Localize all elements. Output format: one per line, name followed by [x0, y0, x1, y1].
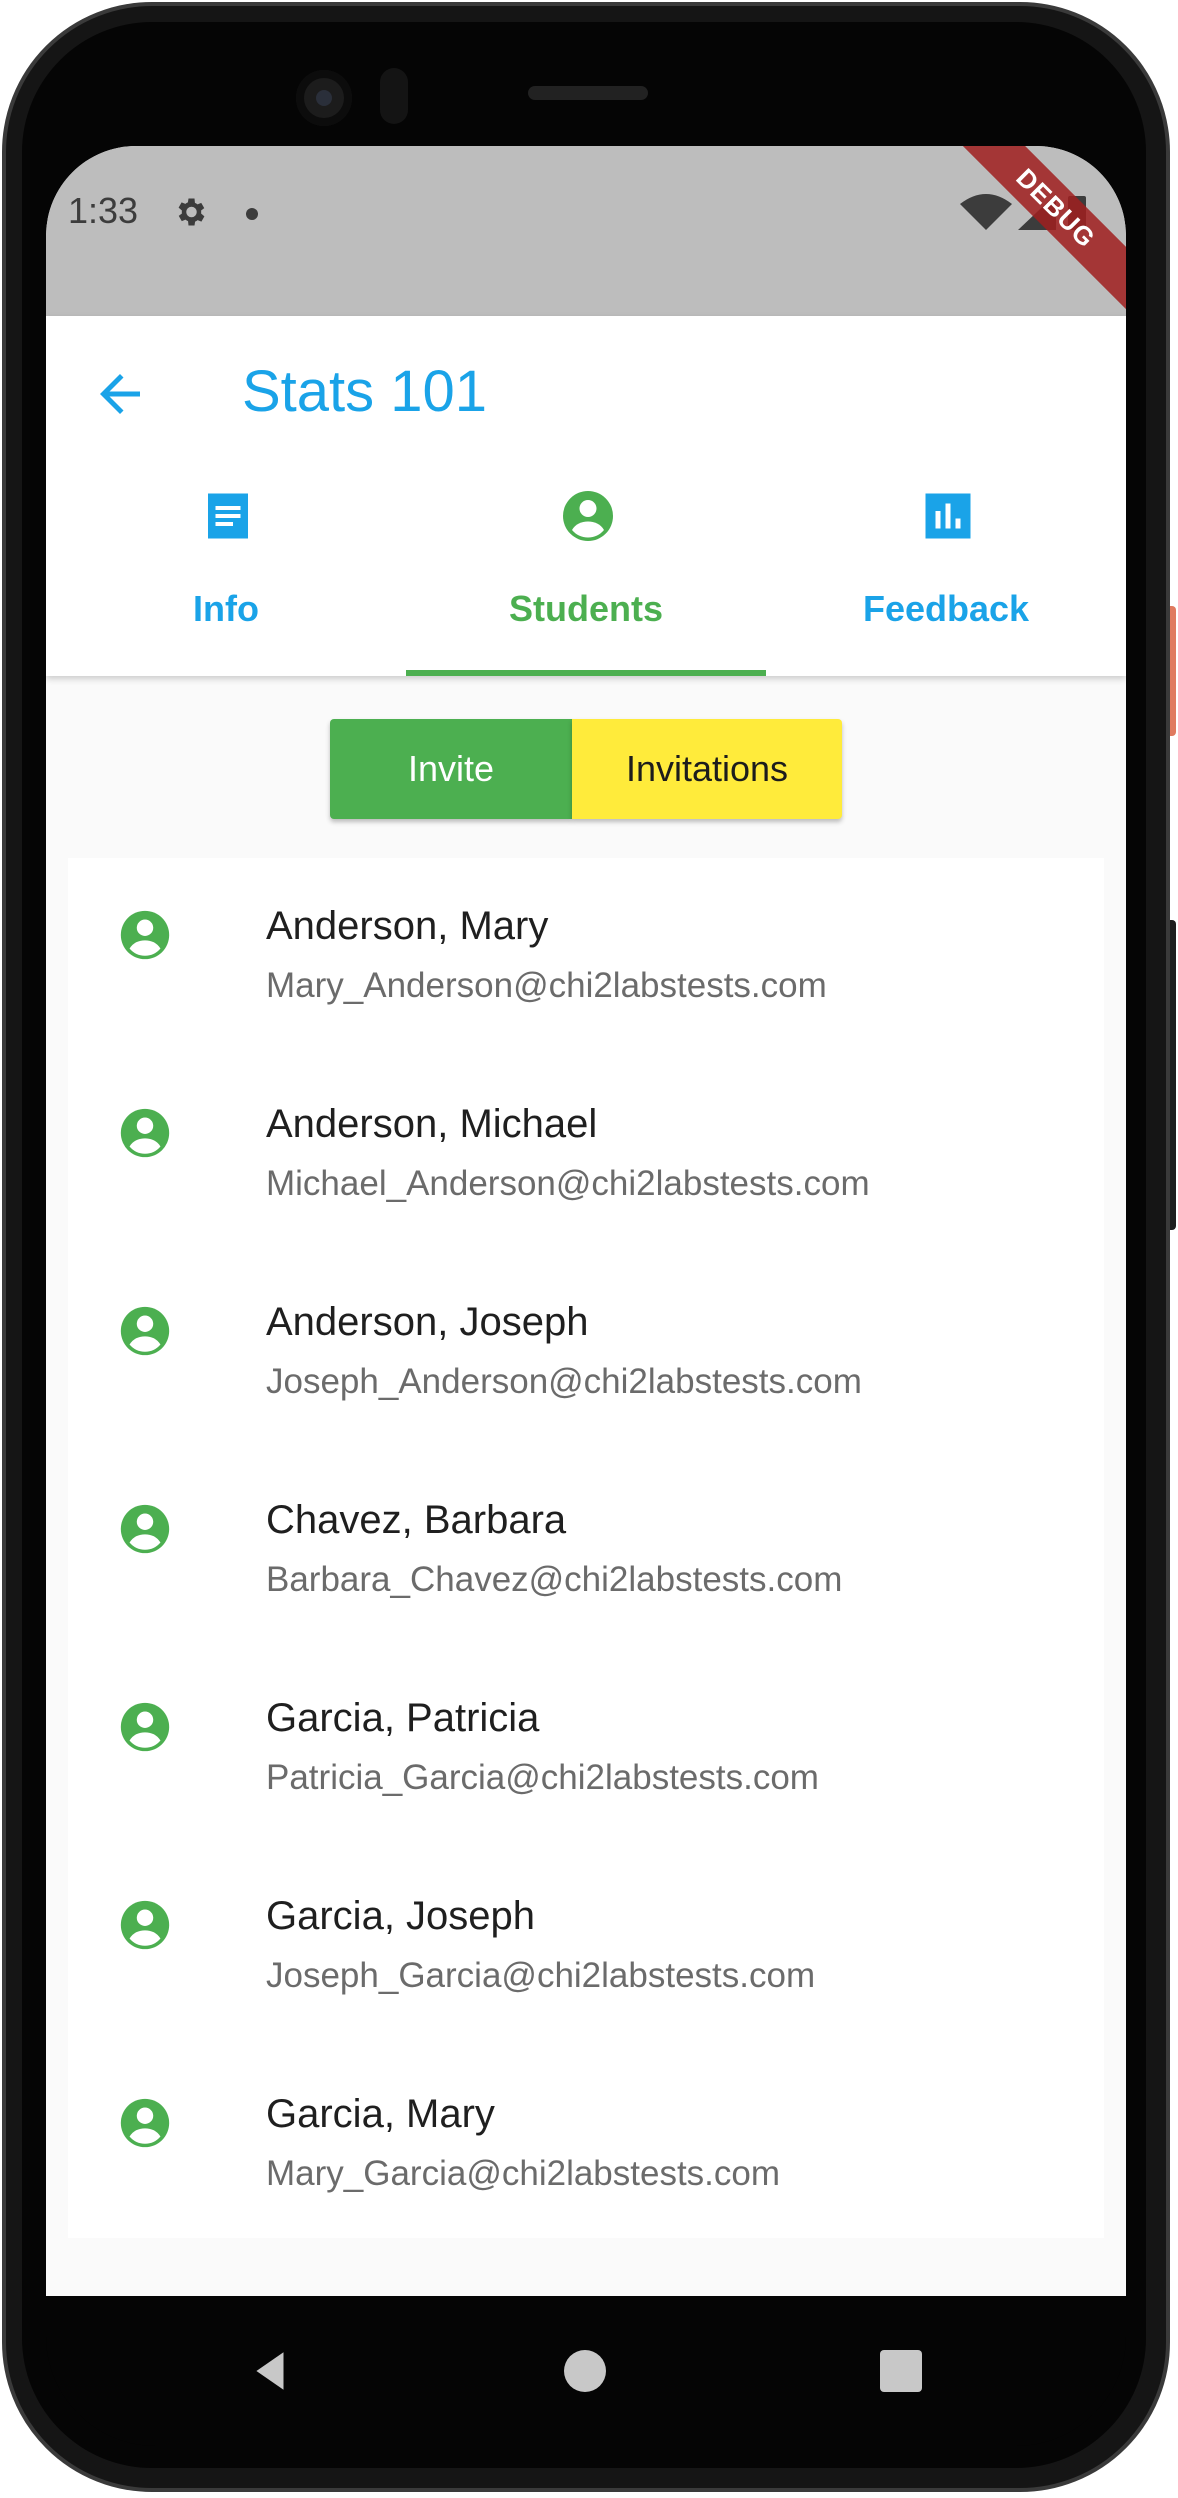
student-email: Michael_Anderson@chi2labstests.com: [266, 1164, 870, 1203]
account-circle-icon: [120, 1306, 170, 1356]
student-email: Barbara_Chavez@chi2labstests.com: [266, 1560, 843, 1599]
tab-students[interactable]: Students: [406, 486, 766, 676]
student-name: Garcia, Joseph: [266, 1894, 536, 1938]
tab-feedback-label: Feedback: [862, 588, 1030, 629]
student-name: Anderson, Michael: [266, 1102, 598, 1146]
student-email: Patricia_Garcia@chi2labstests.com: [266, 1758, 819, 1797]
student-list: Anderson, Mary Mary_Anderson@chi2labstes…: [68, 858, 1104, 2238]
account-circle-icon: [120, 1504, 170, 1554]
student-name: Garcia, Mary: [266, 2092, 495, 2136]
tab-info-label: Info: [193, 588, 259, 629]
account-circle-icon: [120, 2098, 170, 2148]
student-name: Anderson, Joseph: [266, 1300, 589, 1344]
wifi-icon: [960, 194, 1012, 230]
tab-students-label: Students: [508, 588, 663, 629]
proximity-sensor: [380, 68, 408, 124]
screen: 1:33 DEBUG Stats 101 Info Students Feedb…: [46, 146, 1126, 2296]
list-item[interactable]: Garcia, Joseph Joseph_Garcia@chi2labstes…: [68, 1848, 1104, 2046]
account-circle-icon: [120, 1702, 170, 1752]
list-item[interactable]: Garcia, Mary Mary_Garcia@chi2labstests.c…: [68, 2046, 1104, 2244]
account-circle-icon: [120, 1108, 170, 1158]
article-icon: [208, 493, 248, 539]
student-name: Chavez, Barbara: [266, 1498, 567, 1542]
student-name: Anderson, Mary: [266, 904, 549, 948]
nav-back-icon[interactable]: [246, 2346, 296, 2396]
bar-chart-icon: [925, 493, 971, 539]
earpiece-speaker: [528, 86, 648, 100]
invite-button[interactable]: Invite: [330, 719, 572, 819]
student-email: Joseph_Anderson@chi2labstests.com: [266, 1362, 862, 1401]
account-circle-icon: [563, 491, 613, 541]
account-circle-icon: [120, 910, 170, 960]
nav-recents-icon[interactable]: [880, 2350, 922, 2392]
student-email: Mary_Garcia@chi2labstests.com: [266, 2154, 781, 2193]
tab-indicator: [406, 670, 766, 676]
invitations-button[interactable]: Invitations: [572, 719, 842, 819]
settings-icon: [178, 198, 205, 226]
app-bar: Stats 101 Info Students Feedback: [46, 316, 1126, 676]
list-item[interactable]: Garcia, Patricia Patricia_Garcia@chi2lab…: [68, 1650, 1104, 1848]
list-item[interactable]: Anderson, Joseph Joseph_Anderson@chi2lab…: [68, 1254, 1104, 1452]
account-circle-icon: [120, 1900, 170, 1950]
status-bar: 1:33 DEBUG: [46, 146, 1126, 316]
tab-info[interactable]: Info: [46, 486, 406, 676]
arrow-back-icon[interactable]: [90, 364, 150, 424]
tab-feedback[interactable]: Feedback: [766, 486, 1126, 676]
page-title: Stats 101: [242, 359, 488, 424]
nav-home-icon[interactable]: [564, 2350, 606, 2392]
list-item[interactable]: Chavez, Barbara Barbara_Chavez@chi2labst…: [68, 1452, 1104, 1650]
list-item[interactable]: Anderson, Michael Michael_Anderson@chi2l…: [68, 1056, 1104, 1254]
student-email: Mary_Anderson@chi2labstests.com: [266, 966, 827, 1005]
student-name: Garcia, Patricia: [266, 1696, 540, 1740]
list-item[interactable]: Anderson, Mary Mary_Anderson@chi2labstes…: [68, 858, 1104, 1056]
notification-dot-icon: [246, 208, 258, 220]
phone-frame: 1:33 DEBUG Stats 101 Info Students Feedb…: [0, 0, 1178, 2498]
front-camera: [296, 70, 352, 126]
student-email: Joseph_Garcia@chi2labstests.com: [266, 1956, 816, 1995]
status-time: 1:33: [68, 190, 139, 231]
system-nav-bar: [46, 2296, 1126, 2446]
